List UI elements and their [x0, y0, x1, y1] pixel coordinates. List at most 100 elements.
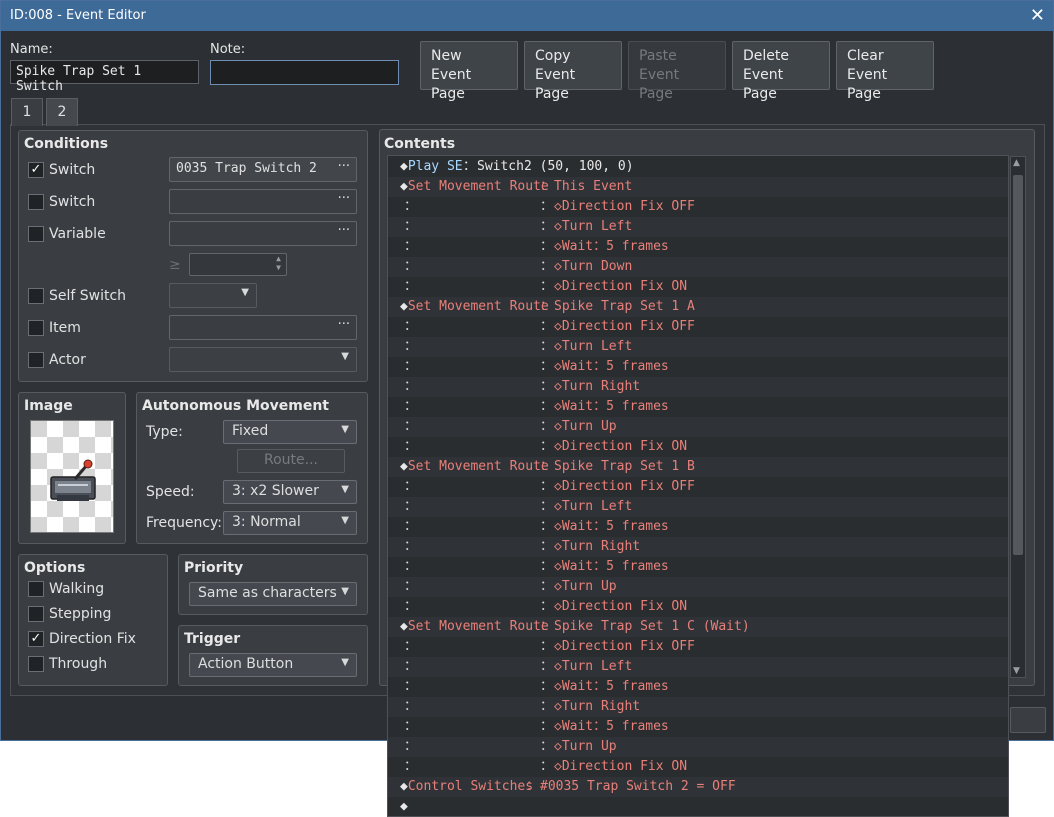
spin-arrows-icon[interactable]: ▲ ▼ — [276, 254, 281, 272]
command-row[interactable]: ：： ◇Wait：5 frames — [388, 557, 1008, 577]
command-separator: ： — [540, 519, 554, 534]
command-separator: ： — [540, 399, 554, 414]
command-name: ： — [404, 499, 418, 514]
delete-event-page-button[interactable]: Delete Event Page — [732, 41, 830, 102]
command-detail: ◇Direction Fix OFF — [554, 479, 695, 494]
scroll-thumb[interactable] — [1013, 175, 1023, 555]
route-button[interactable]: Route... — [237, 449, 345, 473]
through-label[interactable]: Through — [49, 656, 107, 672]
command-separator: ： — [540, 719, 554, 734]
command-row[interactable]: ：： ◇Turn Left — [388, 657, 1008, 677]
command-row[interactable]: ：： ◇Direction Fix ON — [388, 437, 1008, 457]
command-row[interactable]: ：： ◇Turn Up — [388, 417, 1008, 437]
through-checkbox[interactable] — [28, 656, 44, 672]
command-label: Set Movement Route — [407, 179, 549, 194]
command-row[interactable]: ：： ◇Wait：5 frames — [388, 397, 1008, 417]
item-checkbox[interactable] — [28, 320, 44, 336]
item-label[interactable]: Item — [49, 320, 81, 336]
command-row[interactable]: ◆Set Movement Route： Spike Trap Set 1 C (… — [388, 617, 1008, 637]
scroll-down-icon[interactable]: ▼ — [1013, 666, 1020, 676]
command-row[interactable]: ：： ◇Turn Right — [388, 377, 1008, 397]
command-label: Play SE — [407, 159, 463, 174]
command-row[interactable]: ：： ◇Turn Up — [388, 577, 1008, 597]
command-row[interactable]: ：： ◇Direction Fix ON — [388, 597, 1008, 617]
copy-event-page-button[interactable]: Copy Event Page — [524, 41, 622, 102]
switch2-label[interactable]: Switch — [49, 194, 95, 210]
command-row[interactable]: ◆ — [388, 797, 1008, 816]
walking-checkbox[interactable] — [28, 581, 44, 597]
clear-event-page-button[interactable]: Clear Event Page — [836, 41, 934, 102]
command-separator: ： — [540, 319, 554, 334]
variable-label[interactable]: Variable — [49, 226, 106, 242]
command-row[interactable]: ◆Control Switches： #0035 Trap Switch 2 = … — [388, 777, 1008, 797]
type-select[interactable]: Fixed ▼ — [223, 420, 357, 444]
partial-button[interactable] — [1010, 707, 1046, 733]
command-row[interactable]: ：： ◇Turn Left — [388, 217, 1008, 237]
tab-page-1[interactable]: 1 — [11, 98, 43, 126]
variable-picker[interactable]: ··· — [169, 221, 357, 246]
speed-value: 3: x2 Slower — [232, 483, 319, 499]
actor-select[interactable]: ▼ — [169, 347, 357, 372]
switch1-value: 0035 Trap Switch 2 — [176, 161, 317, 176]
command-detail: Spike Trap Set 1 C (Wait) — [554, 619, 750, 634]
command-row[interactable]: ：： ◇Turn Left — [388, 337, 1008, 357]
paste-event-page-button[interactable]: Paste Event Page — [628, 41, 726, 102]
command-row[interactable]: ：： ◇Wait：5 frames — [388, 517, 1008, 537]
new-event-page-button[interactable]: New Event Page — [420, 41, 518, 102]
actor-checkbox[interactable] — [28, 352, 44, 368]
command-row[interactable]: ：： ◇Turn Right — [388, 537, 1008, 557]
variable-checkbox[interactable] — [28, 226, 44, 242]
close-icon[interactable]: ✕ — [1030, 5, 1045, 26]
variable-value-stepper[interactable]: ▲ ▼ — [189, 253, 287, 276]
command-row[interactable]: ：： ◇Direction Fix ON — [388, 757, 1008, 777]
stepping-label[interactable]: Stepping — [49, 606, 111, 622]
trigger-select[interactable]: Action Button ▼ — [189, 653, 357, 677]
command-row[interactable]: ：： ◇Wait：5 frames — [388, 677, 1008, 697]
switch1-checkbox[interactable]: ✓ — [28, 162, 44, 178]
self-switch-label[interactable]: Self Switch — [49, 288, 126, 304]
command-row[interactable]: ：： ◇Turn Right — [388, 697, 1008, 717]
note-field[interactable] — [210, 60, 399, 85]
command-name: ： — [404, 479, 418, 494]
command-row[interactable]: ◆Set Movement Route： Spike Trap Set 1 A — [388, 297, 1008, 317]
switch2-picker[interactable]: ··· — [169, 189, 357, 214]
command-row[interactable]: ：： ◇Turn Left — [388, 497, 1008, 517]
command-row[interactable]: ◆Set Movement Route： Spike Trap Set 1 B — [388, 457, 1008, 477]
command-row[interactable]: ：： ◇Turn Up — [388, 737, 1008, 757]
speed-select[interactable]: 3: x2 Slower ▼ — [223, 480, 357, 504]
command-row[interactable]: ：： ◇Direction Fix ON — [388, 277, 1008, 297]
walking-label[interactable]: Walking — [49, 581, 104, 597]
command-detail: ◇Turn Up — [554, 419, 617, 434]
command-row[interactable]: ：： ◇Turn Down — [388, 257, 1008, 277]
command-row[interactable]: ：： ◇Direction Fix OFF — [388, 197, 1008, 217]
actor-label[interactable]: Actor — [49, 352, 86, 368]
self-switch-select[interactable]: ▼ — [169, 283, 257, 308]
command-row[interactable]: ◆Set Movement Route： This Event — [388, 177, 1008, 197]
switch1-label[interactable]: Switch — [49, 162, 95, 178]
command-separator: ： — [540, 299, 554, 314]
stepping-checkbox[interactable] — [28, 606, 44, 622]
switch1-picker[interactable]: 0035 Trap Switch 2 ··· — [169, 157, 357, 182]
contents-scrollbar[interactable]: ▲ ▼ — [1010, 156, 1026, 678]
command-row[interactable]: ：： ◇Direction Fix OFF — [388, 317, 1008, 337]
command-row[interactable]: ：： ◇Direction Fix OFF — [388, 637, 1008, 657]
direction-fix-label[interactable]: Direction Fix — [49, 631, 136, 647]
command-row[interactable]: ：： ◇Wait：5 frames — [388, 357, 1008, 377]
event-image[interactable] — [30, 420, 114, 533]
command-row[interactable]: ：： ◇Direction Fix OFF — [388, 477, 1008, 497]
self-switch-checkbox[interactable] — [28, 288, 44, 304]
event-command-list[interactable]: ◆Play SE： Switch2 (50, 100, 0) ◆Set Moveme… — [387, 155, 1009, 817]
scroll-up-icon[interactable]: ▲ — [1013, 158, 1020, 168]
command-name: ： — [404, 339, 418, 354]
priority-select[interactable]: Same as characters ▼ — [189, 582, 357, 606]
item-picker[interactable]: ··· — [169, 315, 357, 340]
switch2-checkbox[interactable] — [28, 194, 44, 210]
direction-fix-checkbox[interactable]: ✓ — [28, 631, 44, 647]
tab-page-2[interactable]: 2 — [46, 98, 78, 126]
command-row[interactable]: ：： ◇Wait：5 frames — [388, 237, 1008, 257]
name-field[interactable]: Spike Trap Set 1 Switch — [10, 60, 199, 94]
command-row[interactable]: ◆Play SE： Switch2 (50, 100, 0) — [388, 157, 1008, 177]
command-row[interactable]: ：： ◇Wait：5 frames — [388, 717, 1008, 737]
frequency-select[interactable]: 3: Normal ▼ — [223, 511, 357, 535]
command-name: ： — [404, 719, 418, 734]
